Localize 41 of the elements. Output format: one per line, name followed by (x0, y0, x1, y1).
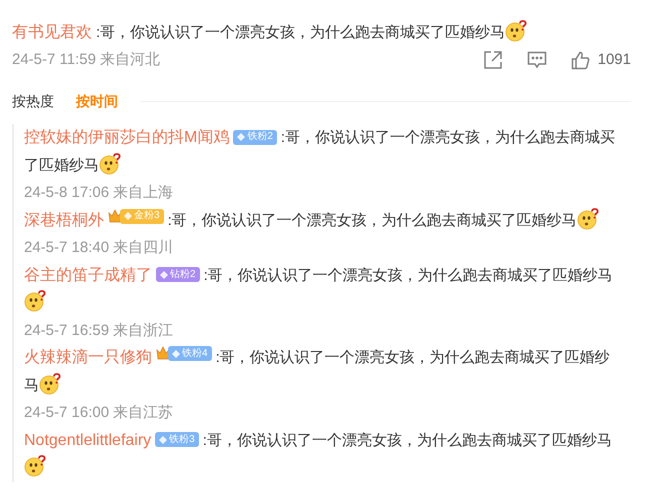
diamond-icon (159, 436, 168, 444)
username-link[interactable]: 谷主的笛子成精了 (24, 266, 152, 284)
username-link[interactable]: 深巷梧桐外 (24, 212, 104, 228)
like-button[interactable]: 1091 (570, 48, 631, 72)
surprised-face-icon (24, 290, 46, 312)
crown-icon (156, 346, 170, 361)
reply-text: 深巷梧桐外 金粉3 :哥，你说认识了一个漂亮女孩，为什么跑去商城买了匹婚纱马 (24, 206, 617, 234)
reply-meta: 24-5-7 18:40 来自四川 (24, 238, 174, 258)
thumbs-up-icon (570, 50, 590, 70)
surprised-face-icon (505, 20, 528, 42)
sort-tab[interactable]: 按热度 (12, 90, 54, 112)
username-link[interactable]: 控软妹的伊丽莎白的抖M闻鸡 (24, 129, 230, 146)
fan-badge: 钻粉2 (156, 267, 200, 282)
surprised-face-icon (99, 152, 121, 174)
fan-badge: 铁粉3 (155, 432, 199, 447)
username-link[interactable]: 有书见君欢 (12, 24, 92, 41)
surprised-face-icon (24, 455, 46, 477)
fan-badge: 金粉3 (120, 208, 164, 224)
reply-text: 谷主的笛子成精了 钻粉2 :哥，你说认识了一个漂亮女孩，为什么跑去商城买了匹婚纱马 (24, 262, 617, 316)
diamond-icon (172, 350, 180, 358)
reply-meta: 24-5-8 17:06 来自上海 (24, 183, 174, 203)
username-link[interactable]: Notgentlelittlefairy (24, 432, 152, 448)
username-link[interactable]: 火辣辣滴一只修狗 (24, 349, 152, 366)
sort-tab[interactable]: 按时间 (76, 90, 118, 112)
diamond-icon (124, 212, 132, 220)
diamond-icon (237, 133, 246, 141)
comment-icon[interactable] (526, 50, 547, 70)
comment-meta: 24-5-7 11:59 来自河北 (12, 50, 160, 70)
reply-meta: 24-5-7 16:00 来自江苏 (24, 403, 174, 423)
surprised-face-icon (39, 372, 61, 394)
reply-text: 控软妹的伊丽莎白的抖M闻鸡 铁粉2 :哥，你说认识了一个漂亮女孩，为什么跑去商城买了匹婚纱马 (24, 128, 616, 176)
fan-badge: 铁粉2 (233, 130, 277, 144)
fan-badge: 铁粉4 (168, 346, 212, 361)
share-icon[interactable] (482, 50, 503, 70)
reply-text: Notgentlelittlefairy 铁粉3 :哥，你说认识了一个漂亮女孩，为什么跑去商城买了匹婚纱马 (24, 426, 617, 482)
diamond-icon (160, 270, 168, 278)
crown-icon (108, 208, 122, 224)
comment-text: 有书见君欢 :哥，你说认识了一个漂亮女孩，为什么跑去商城买了匹婚纱马 (12, 20, 631, 46)
surprised-face-icon (576, 208, 599, 230)
reply-text: 火辣辣滴一只修狗 铁粉4 :哥，你说认识了一个漂亮女孩，为什么跑去商城买了匹婚纱马 (24, 345, 611, 396)
reply-meta: 24-5-7 16:59 来自浙江 (24, 320, 174, 340)
